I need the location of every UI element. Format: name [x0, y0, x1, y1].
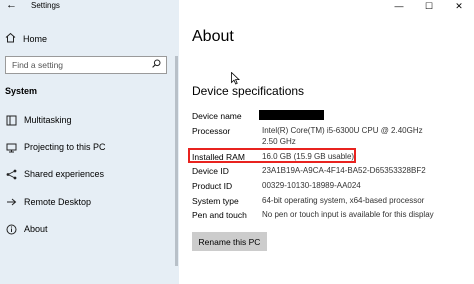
spec-value-processor-speed: 2.50 GHz	[262, 137, 296, 146]
spec-value-processor: Intel(R) Core(TM) i5-6300U CPU @ 2.40GHz	[262, 126, 423, 135]
spec-value-pen-and-touch: No pen or touch input is available for t…	[262, 210, 434, 219]
title-bar: ← Settings	[0, 0, 179, 14]
spec-value-system-type: 64-bit operating system, x64-based proce…	[262, 196, 425, 205]
spec-value-installed-ram: 16.0 GB (15.9 GB usable)	[262, 152, 355, 161]
sidebar-item-label: Multitasking	[24, 115, 72, 125]
sidebar-item-about[interactable]: About	[5, 221, 48, 237]
spec-value-device-id: 23A1B19A-A9CA-4F14-BA52-D65353328BF2	[262, 166, 426, 175]
sidebar-item-remote-desktop[interactable]: Remote Desktop	[5, 194, 91, 210]
back-arrow-icon[interactable]: ←	[6, 0, 17, 11]
redacted-device-name	[259, 110, 324, 120]
sidebar-item-label: Shared experiences	[24, 169, 105, 179]
sidebar-item-label: About	[24, 224, 48, 234]
spec-label-processor: Processor	[192, 126, 231, 136]
sidebar-item-label: Projecting to this PC	[24, 142, 106, 152]
sidebar-scrollbar[interactable]	[175, 56, 178, 266]
sidebar-item-multitasking[interactable]: Multitasking	[5, 112, 72, 128]
remote-desktop-icon	[5, 196, 18, 209]
app-title: Settings	[31, 1, 60, 10]
maximize-button[interactable]: ☐	[414, 0, 444, 14]
nav-home[interactable]: Home	[5, 31, 47, 47]
window-controls: — ☐ ✕	[384, 0, 474, 14]
search-input[interactable]: Find a setting	[5, 56, 167, 74]
section-label-system: System	[5, 86, 38, 96]
spec-value-product-id: 00329-10130-18989-AA024	[262, 181, 361, 190]
spec-label-installed-ram: Installed RAM	[192, 152, 245, 162]
spec-label-system-type: System type	[192, 196, 239, 206]
minimize-button[interactable]: —	[384, 0, 414, 14]
spec-label-product-id: Product ID	[192, 181, 233, 191]
shared-experiences-icon	[5, 168, 18, 181]
sidebar-item-projecting[interactable]: Projecting to this PC	[5, 139, 106, 155]
page-title: About	[192, 28, 234, 45]
main-content: — ☐ ✕ About Device specifications Device…	[179, 0, 474, 284]
search-icon[interactable]	[152, 59, 161, 68]
sidebar-item-shared-experiences[interactable]: Shared experiences	[5, 166, 104, 182]
sidebar: ← Settings Home Find a setting System Mu…	[0, 0, 179, 284]
projecting-icon	[5, 141, 18, 154]
info-icon	[5, 223, 18, 236]
section-heading-device-specifications: Device specifications	[192, 84, 305, 98]
rename-pc-button[interactable]: Rename this PC	[192, 232, 267, 251]
spec-label-device-name: Device name	[192, 111, 242, 121]
nav-home-label: Home	[23, 34, 48, 44]
close-button[interactable]: ✕	[444, 0, 474, 14]
spec-label-device-id: Device ID	[192, 166, 229, 176]
multitasking-icon	[5, 114, 18, 127]
search-placeholder: Find a setting	[12, 60, 64, 70]
sidebar-item-label: Remote Desktop	[24, 197, 92, 207]
spec-label-pen-and-touch: Pen and touch	[192, 210, 247, 220]
home-icon	[5, 32, 19, 46]
